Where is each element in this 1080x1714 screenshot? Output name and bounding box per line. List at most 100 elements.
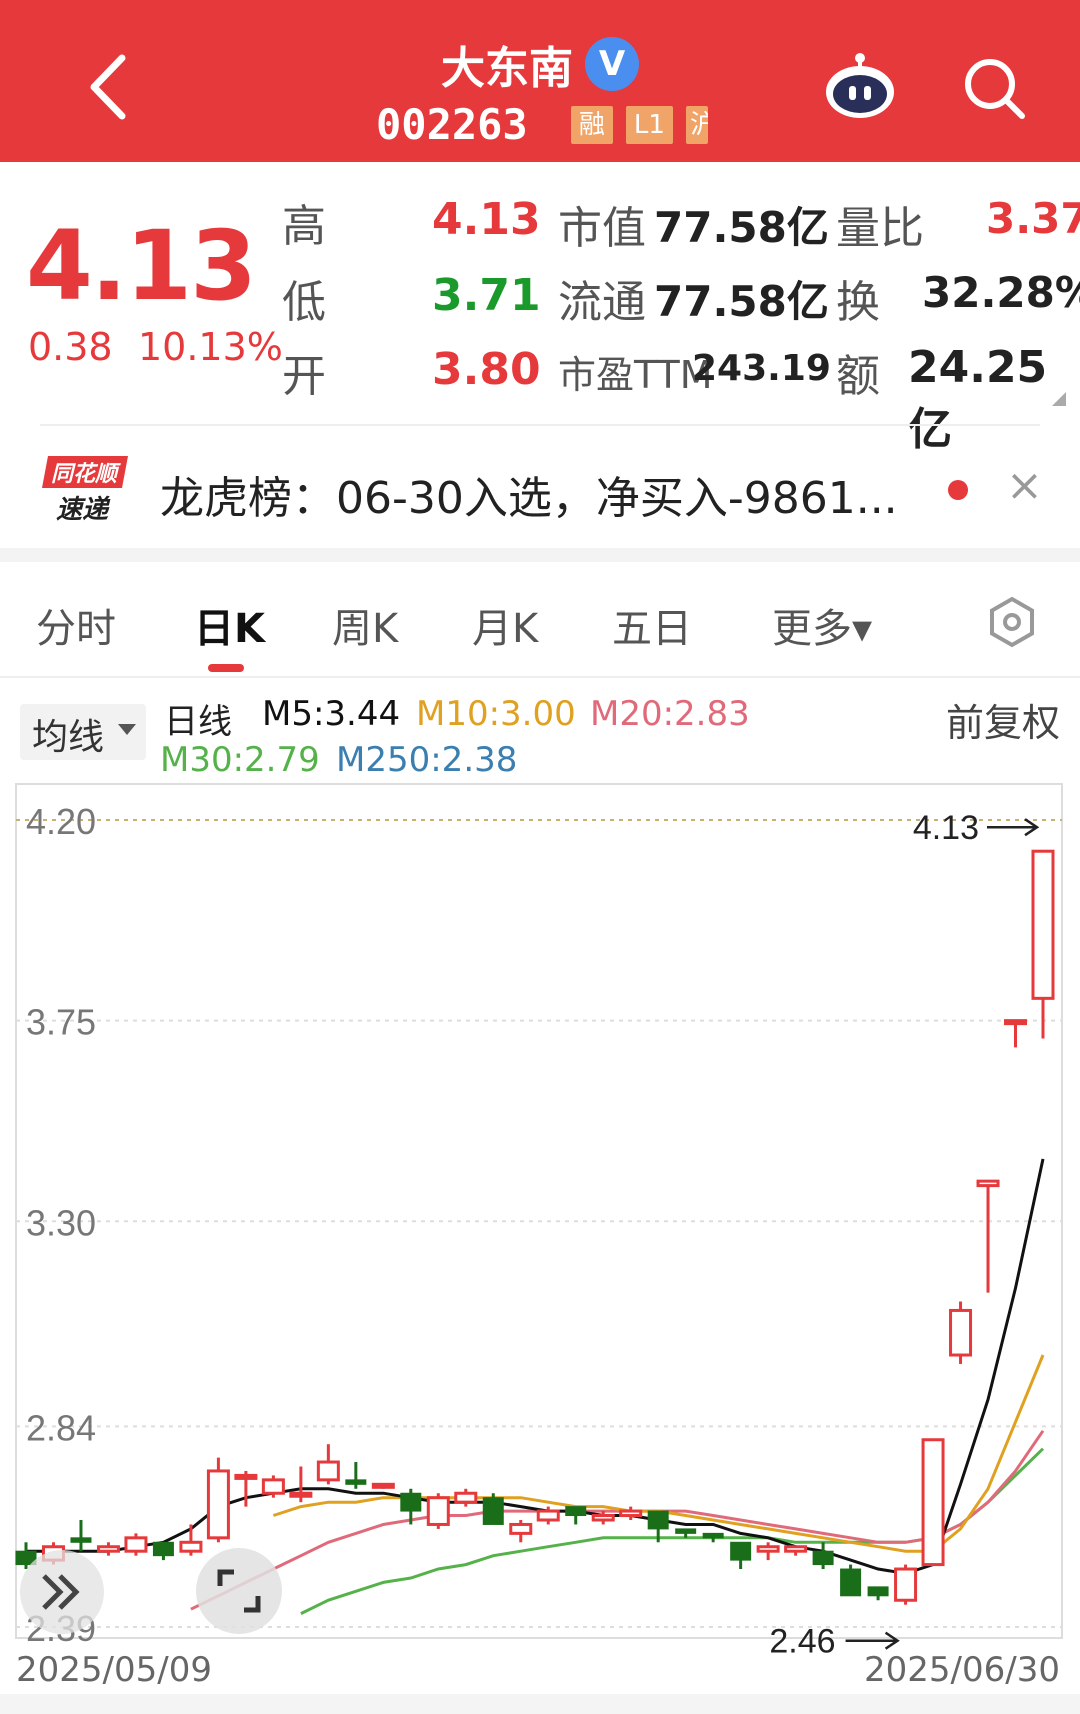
kline-chart[interactable]: 4.203.753.302.842.39 4.132.46 (0, 780, 1080, 1660)
quote-label-low: 低 (282, 277, 326, 328)
candle (454, 1488, 478, 1507)
candle-body (591, 1514, 615, 1522)
quote-label-volume-ratio: 量比 (836, 203, 924, 254)
stock-title: 大东南 V (0, 32, 1080, 96)
quote-value-float-cap: 77.58亿 (654, 277, 829, 326)
expand-sidebar-button[interactable] (20, 1550, 104, 1634)
min-price-label: 2.46 (769, 1623, 835, 1660)
news-logo: 同花顺 速递 (42, 452, 128, 526)
candle-body (921, 1438, 945, 1567)
candle (565, 1506, 587, 1525)
candle (867, 1586, 889, 1601)
quote-value-low: 3.71 (432, 270, 541, 321)
ma-dropdown-label: 均线 (32, 717, 105, 758)
stock-name: 大东南 (441, 43, 573, 94)
price-change-pct: 10.13% (138, 325, 283, 369)
candle-body (894, 1567, 918, 1602)
candle-body (756, 1545, 780, 1553)
quote-label-pe: 市盈TTM (558, 353, 713, 397)
y-tick-label: 4.20 (26, 801, 96, 842)
candle (124, 1533, 148, 1556)
settings-icon[interactable] (986, 596, 1038, 648)
candle-body (976, 1179, 1000, 1188)
exchange-tag[interactable]: 沪 (686, 105, 709, 144)
current-price: 4.13 (26, 210, 257, 322)
news-logo-line2: 速递 (56, 495, 111, 525)
y-tick-label: 2.84 (26, 1407, 96, 1448)
quote-label-open: 开 (282, 351, 326, 402)
news-logo-line1: 同花顺 (51, 462, 121, 487)
candle-body (784, 1545, 808, 1553)
margin-tag[interactable]: 融 (570, 105, 613, 144)
tab-daily-k[interactable]: 日K (194, 596, 265, 654)
close-icon[interactable]: × (1006, 460, 1043, 511)
candle-body (675, 1528, 697, 1534)
y-tick-label: 3.30 (26, 1202, 96, 1243)
candle-body (949, 1308, 973, 1357)
tab-monthly-k[interactable]: 月K (472, 596, 538, 654)
candle (345, 1462, 367, 1489)
ma10-value: M10:3.00 (416, 694, 576, 734)
candle (730, 1541, 752, 1570)
search-icon[interactable] (962, 56, 1028, 122)
tab-five-day[interactable]: 五日 (612, 596, 692, 654)
adjust-mode[interactable]: 前复权 (946, 692, 1060, 747)
stock-code: 002263 (376, 100, 528, 149)
candle (152, 1541, 174, 1561)
stock-code-row: 002263 融 L1 沪 (376, 100, 709, 150)
candle (509, 1519, 533, 1543)
ma20-value: M20:2.83 (590, 694, 750, 734)
candle (371, 1482, 395, 1489)
candle (976, 1179, 1000, 1293)
candle-body (316, 1460, 340, 1482)
tab-more[interactable]: 更多▾ (772, 596, 872, 654)
candle-body (812, 1550, 834, 1566)
tab-intraday[interactable]: 分时 (36, 596, 116, 654)
quote-label-float-cap: 流通 (558, 277, 646, 328)
candle (756, 1542, 780, 1561)
quote-value-turnover: 32.28% (922, 268, 1080, 317)
candle (812, 1542, 834, 1570)
candle-body (482, 1497, 504, 1525)
candle-body (400, 1492, 422, 1512)
unread-dot (948, 480, 968, 500)
expand-corner-icon[interactable] (1052, 392, 1066, 406)
tab-weekly-k[interactable]: 周K (332, 596, 398, 654)
candle-body (867, 1586, 889, 1597)
volume-panel-header (0, 1694, 1080, 1714)
active-tab-indicator (208, 664, 244, 672)
candle-body (426, 1496, 450, 1526)
ma30-value: M30:2.79 (160, 740, 320, 780)
candle-body (345, 1479, 367, 1485)
candle (702, 1532, 724, 1543)
candle (784, 1545, 808, 1556)
candle-body (371, 1482, 395, 1489)
verified-icon: V (585, 37, 639, 91)
candle-body (619, 1509, 643, 1518)
quote-label-market-cap: 市值 (558, 203, 646, 254)
candle-body (647, 1510, 669, 1530)
news-headline[interactable]: 龙虎榜：06-30入选，净买入-9861... (160, 462, 898, 526)
fullscreen-button[interactable] (196, 1548, 282, 1634)
candle-body (1004, 1019, 1028, 1026)
l1-tag[interactable]: L1 (625, 105, 673, 144)
candle-body (730, 1541, 752, 1561)
candle-body (565, 1506, 587, 1517)
quote-value-pe: 243.19 (692, 348, 831, 389)
candle-body (840, 1568, 862, 1597)
quote-label-high: 高 (282, 201, 326, 252)
candle-body (70, 1537, 92, 1543)
y-tick-label: 3.75 (26, 1002, 96, 1043)
quote-value-market-cap: 77.58亿 (654, 203, 829, 252)
quote-value-volume-ratio: 3.37 (986, 194, 1080, 243)
robot-icon[interactable] (822, 52, 898, 122)
chart-start-date: 2025/05/09 (16, 1650, 212, 1690)
candle-body (289, 1491, 313, 1498)
candle-body (234, 1473, 258, 1480)
ma5-value: M5:3.44 (262, 694, 401, 734)
divider (0, 676, 1080, 678)
candle (426, 1493, 450, 1529)
quote-value-open: 3.80 (432, 344, 541, 395)
candle-body (536, 1509, 560, 1522)
candle (482, 1493, 504, 1525)
